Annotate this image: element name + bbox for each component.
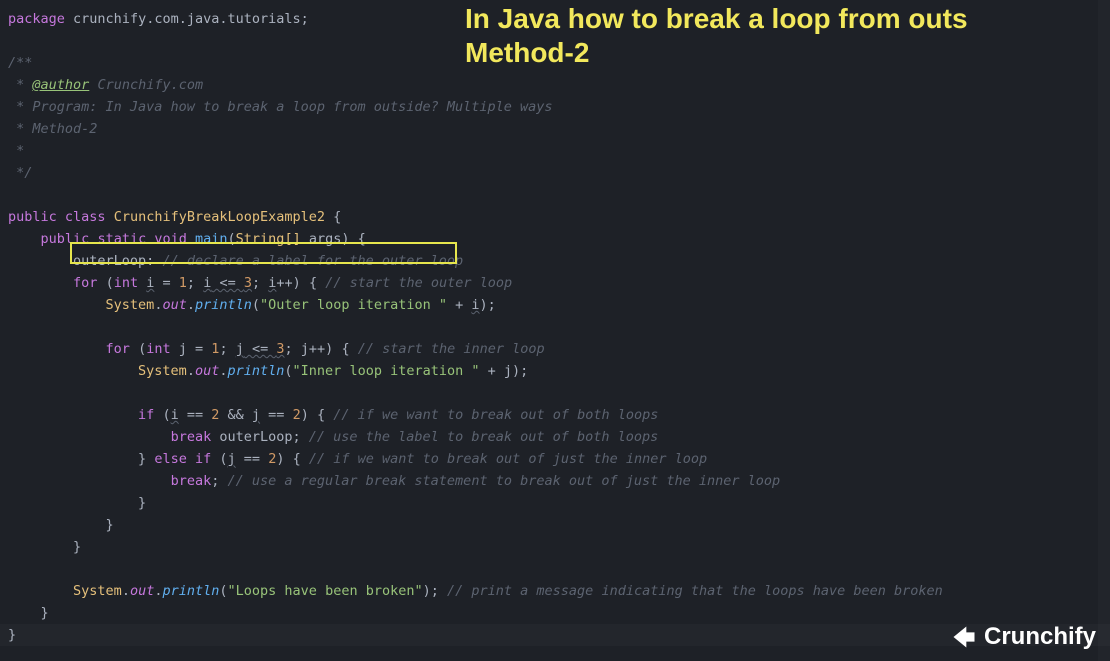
class-name: CrunchifyBreakLoopExample2 (114, 209, 325, 225)
javadoc-method: * Method-2 (8, 121, 97, 137)
javadoc-close: */ (8, 165, 32, 181)
crunchify-logo: Crunchify (950, 623, 1096, 651)
javadoc-author-val: Crunchify.com (97, 77, 203, 93)
javadoc-program: * Program: In Java how to break a loop f… (8, 99, 553, 115)
javadoc-open: /** (8, 55, 32, 71)
keyword-package: package (8, 11, 65, 27)
crunchify-logo-text: Crunchify (984, 626, 1096, 648)
code-editor[interactable]: package crunchify.com.java.tutorials; /*… (8, 8, 1110, 646)
overlay-title-line1: In Java how to break a loop from outs (465, 2, 1110, 36)
javadoc-author-tag: @author (32, 77, 89, 93)
crunchify-logo-icon (950, 623, 978, 651)
package-name: crunchify.com.java.tutorials (73, 11, 301, 27)
overlay-title: In Java how to break a loop from outs Me… (465, 2, 1110, 70)
label-outerLoop: outerLoop: (73, 253, 154, 269)
overlay-title-line2: Method-2 (465, 36, 1110, 70)
editor-scrollbar[interactable] (1098, 0, 1110, 661)
method-main: main (195, 231, 228, 247)
